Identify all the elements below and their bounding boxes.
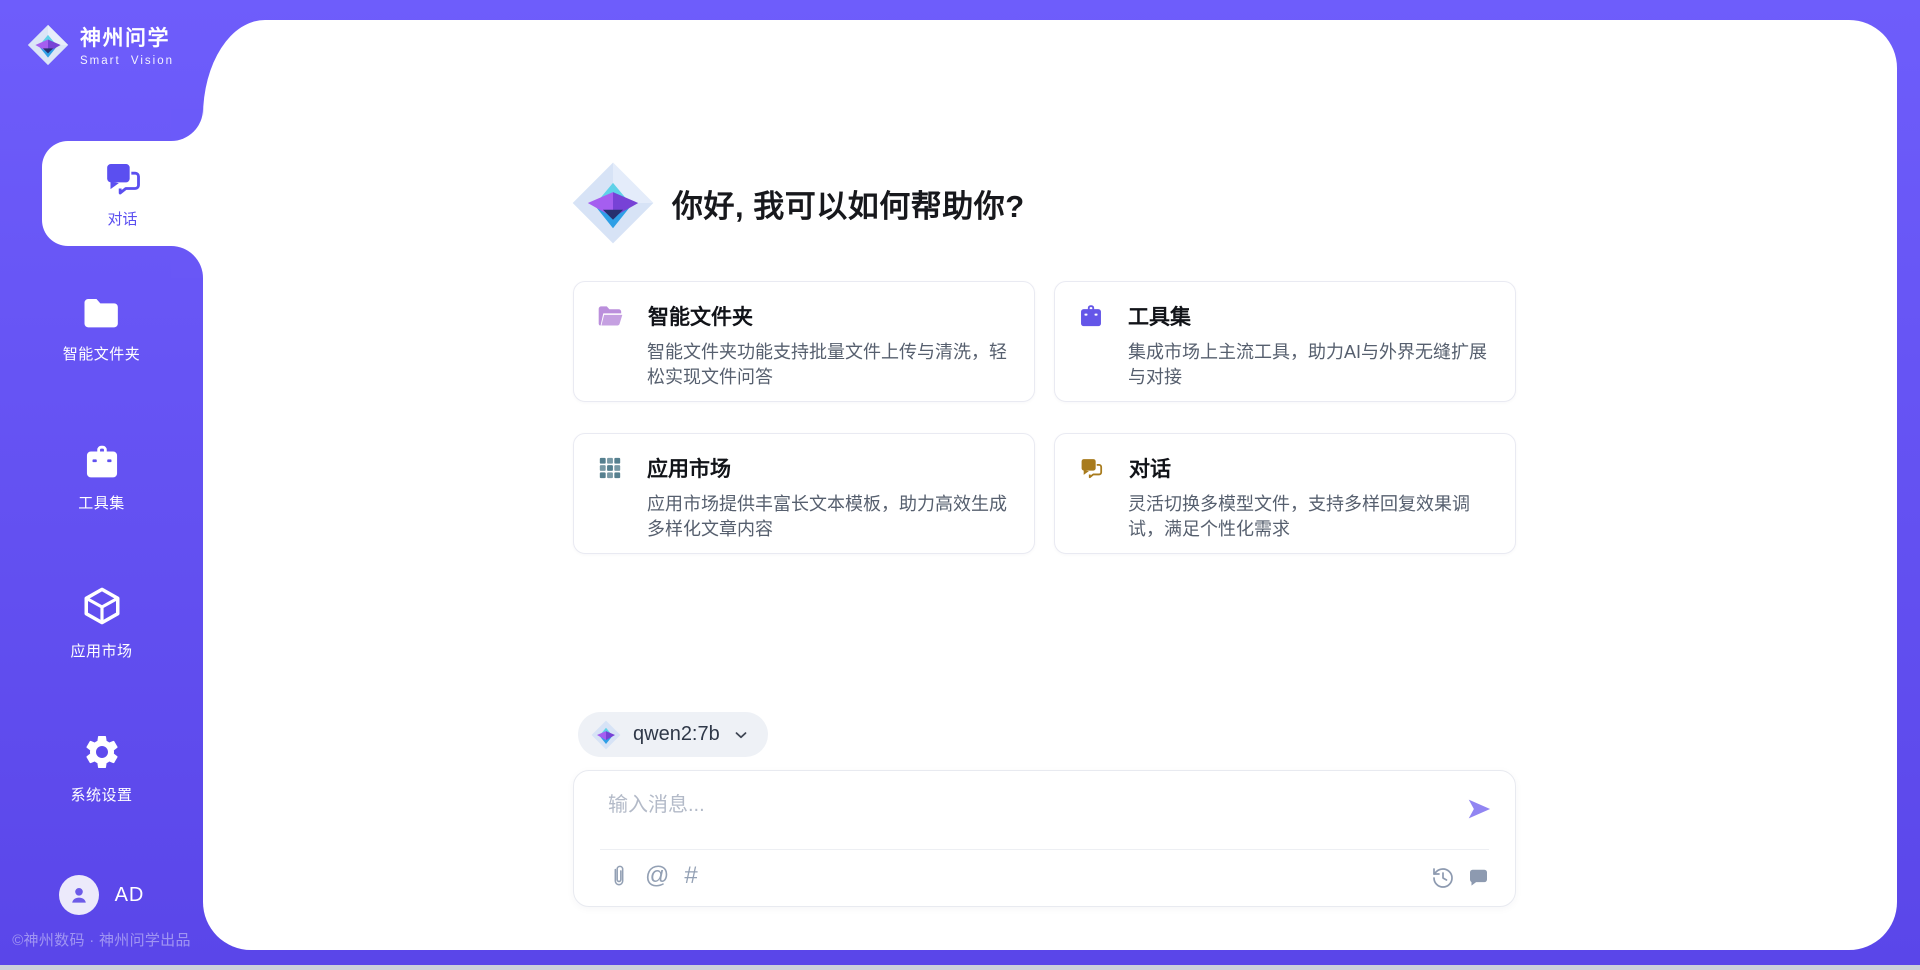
grid-icon [597,455,623,481]
brand-name: 神州问学 [80,22,174,52]
briefcase-icon [1078,304,1104,328]
folder-icon [82,297,122,331]
composer-divider [600,849,1489,850]
brand-subtitle: Smart Vision [80,55,174,67]
chat-icon [1078,456,1105,481]
card-title: 智能文件夹 [648,301,753,331]
card-description: 灵活切换多模型文件，支持多样回复效果调试，满足个性化需求 [1128,492,1500,542]
card-description: 应用市场提供丰富长文本模板，助力高效生成多样化文章内容 [647,492,1019,542]
card-smart-folder[interactable]: 智能文件夹 智能文件夹功能支持批量文件上传与清洗，轻松实现文件问答 [573,281,1035,402]
cube-icon [81,584,123,628]
card-title: 对话 [1129,453,1171,483]
card-chat[interactable]: 对话 灵活切换多模型文件，支持多样回复效果调试，满足个性化需求 [1054,433,1516,554]
card-description: 集成市场上主流工具，助力AI与外界无缝扩展与对接 [1128,340,1500,390]
avatar [59,875,99,915]
attachment-icon[interactable] [608,861,630,891]
card-description: 智能文件夹功能支持批量文件上传与清洗，轻松实现文件问答 [647,340,1019,390]
tab-curve-bottom [171,246,203,278]
sidebar-item-toolset[interactable]: 工具集 [0,444,203,513]
send-icon[interactable] [1465,795,1493,823]
sidebar-item-chat[interactable]: 对话 [42,141,203,246]
sidebar-item-label: 智能文件夹 [63,343,141,364]
hashtag-icon[interactable]: # [684,861,697,891]
screen-bottom-strip [0,965,1920,970]
sidebar-item-label: 应用市场 [70,640,132,661]
brand-diamond-icon [27,24,69,66]
sidebar-footer: ©神州数码 · 神州问学出品 [0,929,203,950]
chat-icon [102,159,144,199]
sidebar-item-label: 系统设置 [70,784,132,805]
greeting: 你好, 我可以如何帮助你? [571,161,1025,245]
feature-cards: 智能文件夹 智能文件夹功能支持批量文件上传与清洗，轻松实现文件问答 工具集 集成… [573,281,1516,554]
greeting-diamond-icon [571,161,655,245]
sidebar-item-label: 工具集 [78,492,125,513]
card-title: 工具集 [1128,301,1191,331]
brand-logo: 神州问学 Smart Vision [27,22,174,67]
user-initials: AD [115,884,145,907]
card-title: 应用市场 [647,453,731,483]
conversations-icon[interactable] [1466,863,1491,893]
greeting-text: 你好, 我可以如何帮助你? [672,181,1025,226]
sidebar-item-settings[interactable]: 系统设置 [0,732,203,805]
sidebar-item-smart-folder[interactable]: 智能文件夹 [0,297,203,364]
message-input[interactable] [608,788,1398,840]
model-name: qwen2:7b [633,723,720,746]
briefcase-icon [82,444,122,480]
message-composer: @ # [573,770,1516,907]
tab-curve-top [171,109,203,141]
sidebar-item-label: 对话 [107,208,137,229]
chevron-down-icon [732,726,750,744]
mention-icon[interactable]: @ [645,861,669,891]
history-icon[interactable] [1431,863,1455,893]
sidebar-item-app-market[interactable]: 应用市场 [0,584,203,661]
card-app-market[interactable]: 应用市场 应用市场提供丰富长文本模板，助力高效生成多样化文章内容 [573,433,1035,554]
user-account[interactable]: AD [0,875,203,915]
model-selector[interactable]: qwen2:7b [578,712,768,757]
gear-icon [82,732,122,772]
folder-icon [597,305,624,328]
card-toolset[interactable]: 工具集 集成市场上主流工具，助力AI与外界无缝扩展与对接 [1054,281,1516,402]
model-diamond-icon [591,720,621,750]
